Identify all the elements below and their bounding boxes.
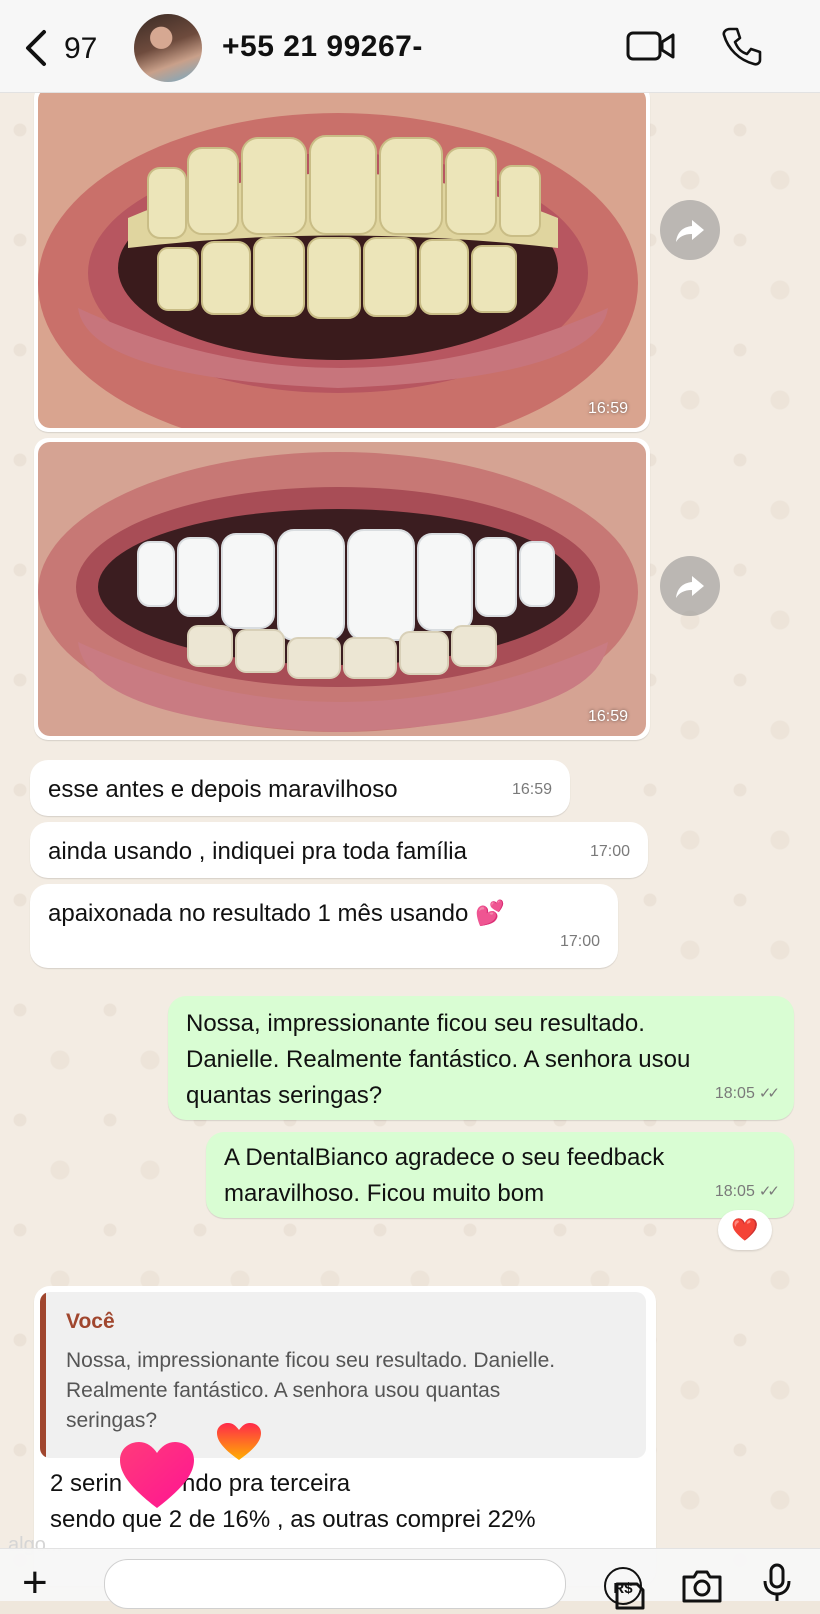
message-line: quantas seringas? bbox=[186, 1082, 383, 1109]
quote-text: Nossa, impressionante ficou seu resultad… bbox=[66, 1346, 636, 1436]
message-time: 18:05 ✓✓ bbox=[714, 1183, 780, 1200]
unread-count[interactable]: 97 bbox=[64, 32, 97, 66]
message-time: 18:05 ✓✓ bbox=[714, 1085, 780, 1102]
photo-message-after[interactable]: 16:59 bbox=[34, 438, 650, 740]
outgoing-message[interactable]: Nossa, impressionante ficou seu resultad… bbox=[168, 996, 794, 1120]
message-line: A DentalBianco agradece o seu feedback bbox=[224, 1144, 665, 1171]
photo-timestamp: 16:59 bbox=[587, 708, 628, 725]
microphone-icon[interactable] bbox=[762, 1563, 792, 1603]
photo-message-before[interactable]: 16:59 bbox=[34, 84, 650, 432]
reply-message[interactable]: Você Nossa, impressionante ficou seu res… bbox=[34, 1286, 656, 1586]
quote-line: Nossa, impressionante ficou seu resultad… bbox=[66, 1349, 556, 1372]
camera-icon[interactable] bbox=[680, 1569, 724, 1603]
quote-accent-bar bbox=[40, 1292, 46, 1458]
quote-line: seringas? bbox=[66, 1409, 158, 1432]
incoming-message[interactable]: apaixonada no resultado 1 mês usando 💕 1… bbox=[30, 884, 618, 968]
teeth-photo-after[interactable] bbox=[38, 442, 646, 736]
message-text: ainda usando , indiquei pra toda família bbox=[48, 838, 467, 865]
payment-icon[interactable]: R$ bbox=[604, 1567, 642, 1605]
heart-icon bbox=[120, 1442, 194, 1508]
message-time: 17:00 bbox=[559, 933, 600, 950]
teeth-photo-before[interactable] bbox=[38, 88, 646, 428]
message-text: apaixonada no resultado 1 mês usando 💕 bbox=[48, 900, 505, 927]
outgoing-message[interactable]: A DentalBianco agradece o seu feedback m… bbox=[206, 1132, 794, 1218]
message-line: Nossa, impressionante ficou seu resultad… bbox=[186, 1010, 645, 1037]
avatar[interactable] bbox=[134, 14, 202, 82]
message-input-bar: + R$ bbox=[0, 1548, 820, 1610]
message-line: maravilhoso. Ficou muito bom bbox=[224, 1180, 545, 1207]
photo-timestamp: 16:59 bbox=[587, 400, 628, 417]
forward-icon[interactable] bbox=[660, 556, 720, 616]
back-chevron-icon[interactable] bbox=[22, 28, 48, 74]
quote-author: Você bbox=[66, 1310, 115, 1333]
message-time: 17:00 bbox=[589, 843, 630, 860]
message-input[interactable] bbox=[104, 1559, 645, 1610]
contact-name[interactable]: +55 21 99267- bbox=[222, 30, 423, 64]
read-checks-icon: ✓✓ bbox=[758, 1183, 780, 1200]
plus-icon[interactable]: + bbox=[22, 1561, 48, 1605]
message-text: esse antes e depois maravilhoso bbox=[48, 776, 398, 803]
heart-reaction[interactable]: ❤️ bbox=[718, 1210, 772, 1250]
forward-icon[interactable] bbox=[660, 200, 720, 260]
chat-header: 97 +55 21 99267- bbox=[0, 0, 820, 93]
message-line: Danielle. Realmente fantástico. A senhor… bbox=[186, 1046, 691, 1073]
message-time: 16:59 bbox=[511, 781, 552, 798]
phone-icon[interactable] bbox=[722, 26, 762, 66]
read-checks-icon: ✓✓ bbox=[758, 1085, 780, 1102]
quote-line: Realmente fantástico. A senhora usou qua… bbox=[66, 1379, 501, 1402]
incoming-message[interactable]: ainda usando , indiquei pra toda família… bbox=[30, 822, 648, 878]
quoted-message[interactable]: Você Nossa, impressionante ficou seu res… bbox=[40, 1292, 646, 1458]
heart-icon bbox=[217, 1423, 261, 1460]
video-call-icon[interactable] bbox=[626, 30, 676, 62]
incoming-message[interactable]: esse antes e depois maravilhoso 16:59 bbox=[30, 760, 570, 816]
